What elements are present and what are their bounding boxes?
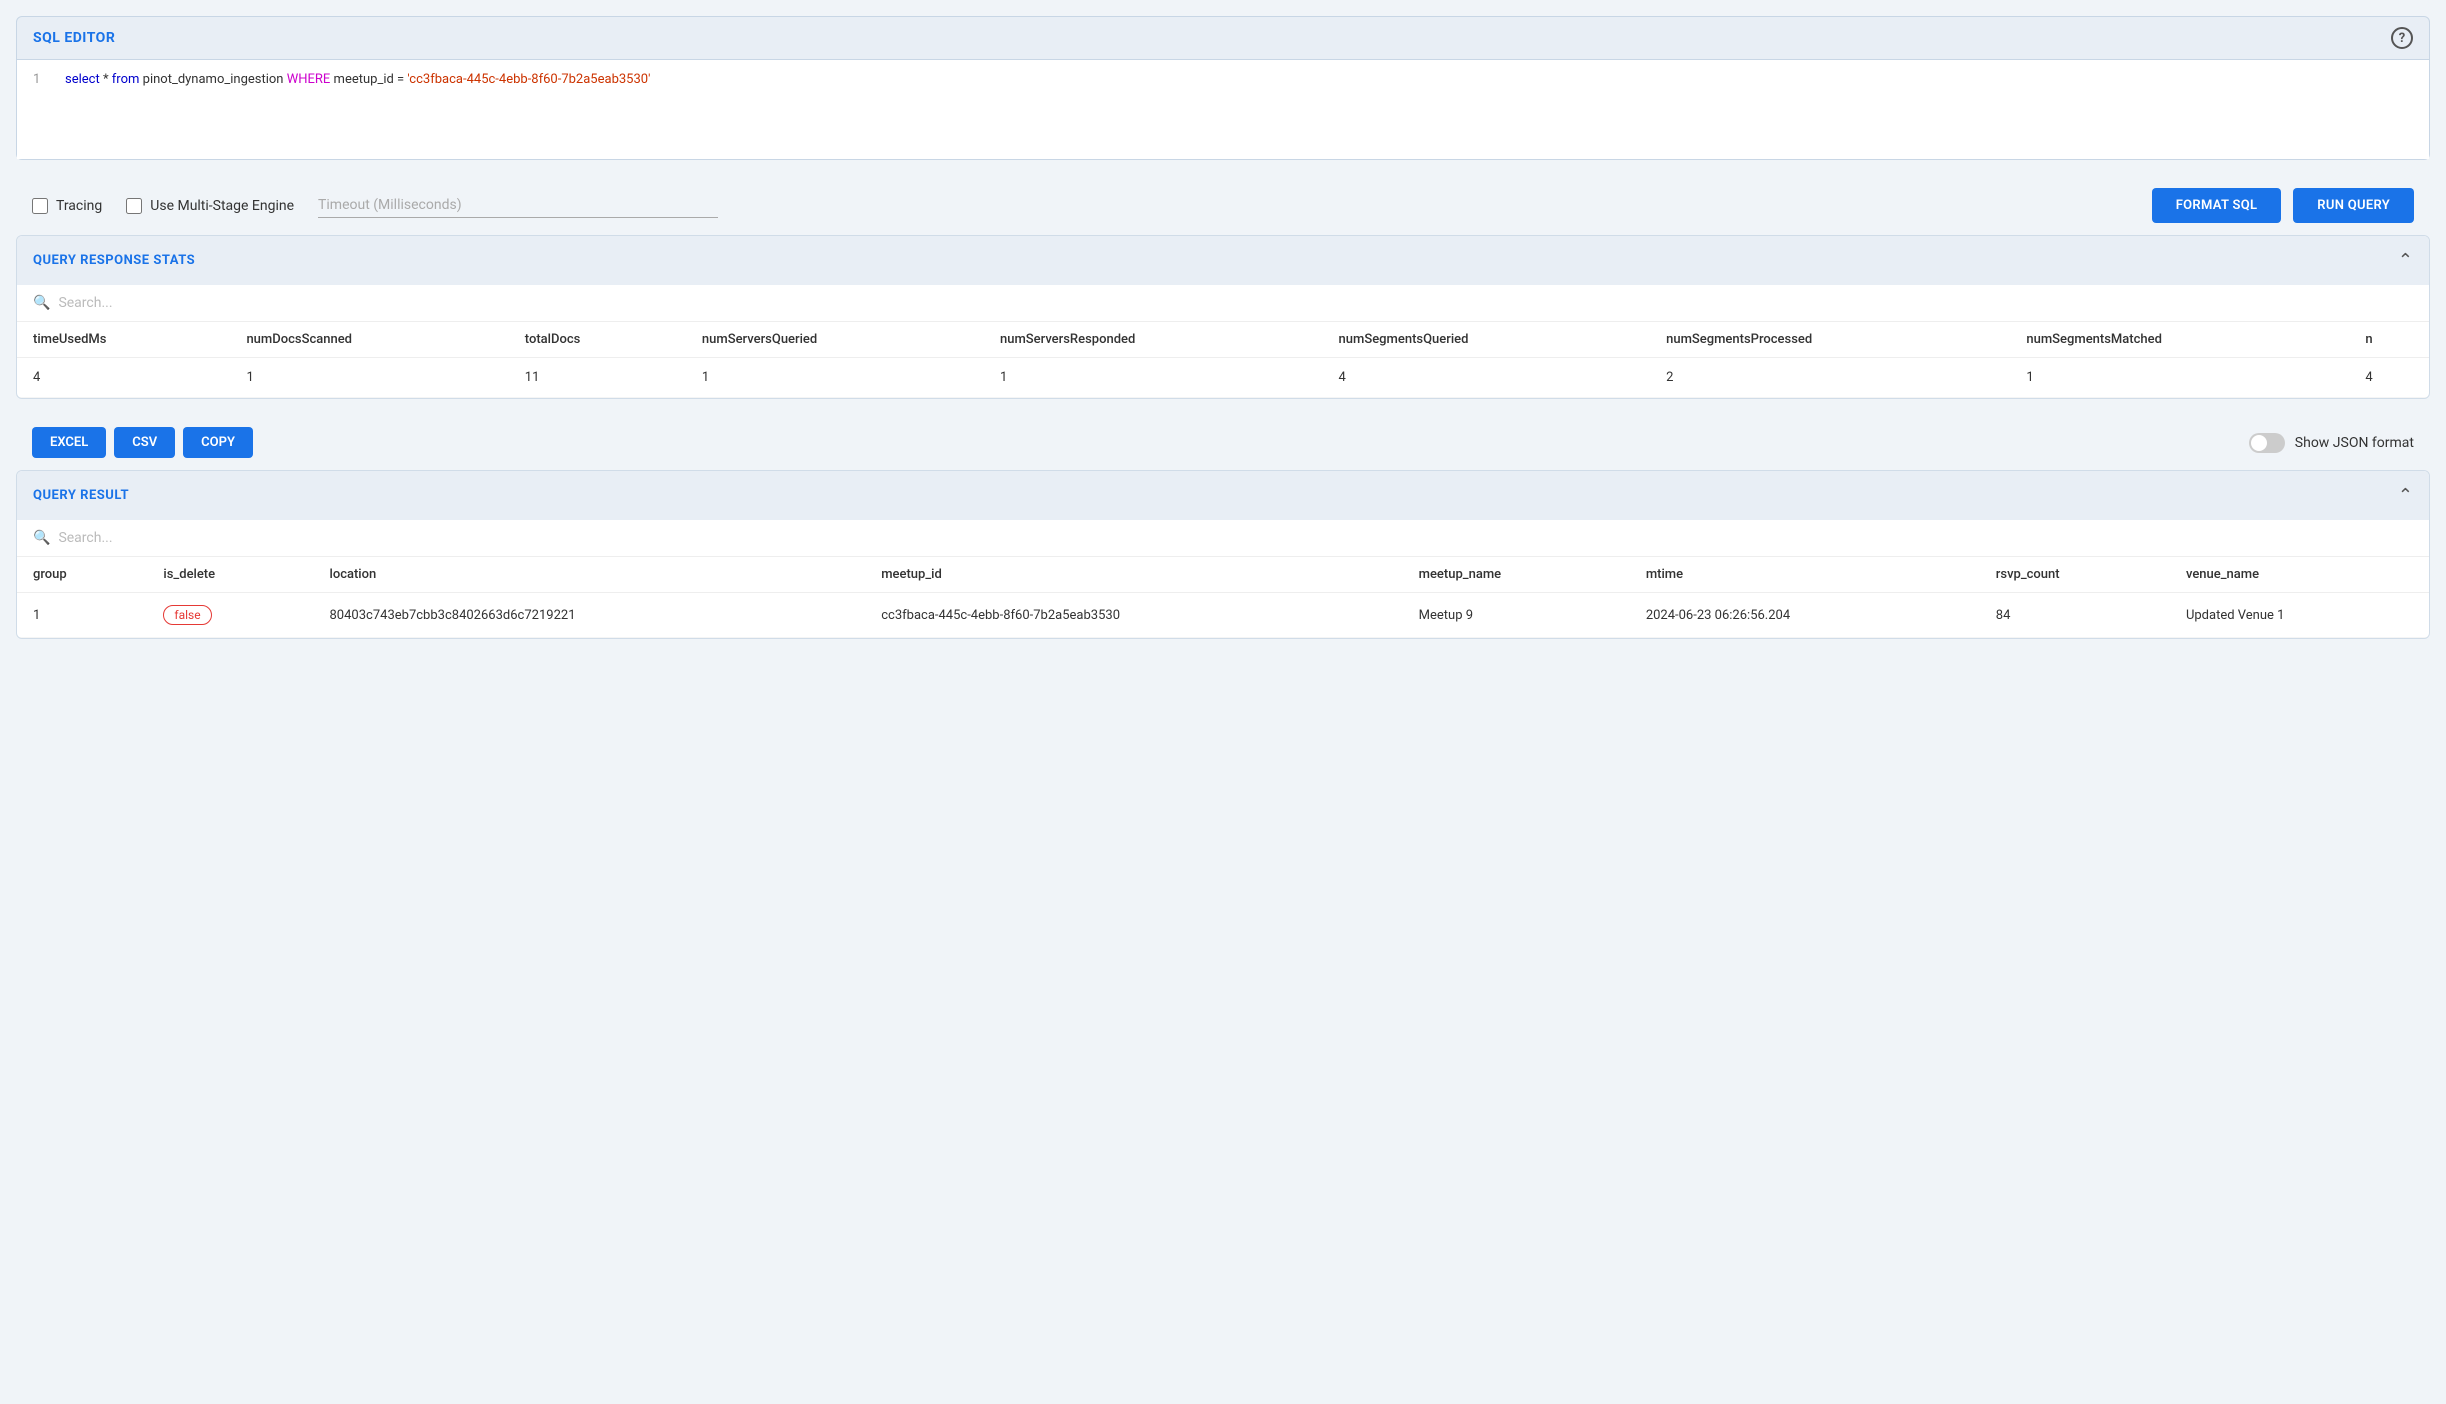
timeout-input[interactable] [318,193,718,218]
cell-numSegmentsMatched: 1 [2010,358,2349,398]
col-numSegmentsProcessed: numSegmentsProcessed [1650,322,2010,358]
cell-meetup-name: Meetup 9 [1403,593,1630,638]
cell-rsvp-count: 84 [1980,593,2170,638]
cell-group: 1 [17,593,147,638]
sql-code[interactable]: select * from pinot_dynamo_ingestion WHE… [65,72,2413,147]
sql-asterisk: * [103,72,112,87]
result-data-row: 1 false 80403c743eb7cbb3c8402663d6c72192… [17,593,2429,638]
col-location: location [314,557,866,593]
cell-numSegmentsProcessed: 2 [1650,358,2010,398]
tracing-label[interactable]: Tracing [56,198,102,214]
sql-condition: meetup_id = [334,72,408,87]
result-table-wrapper: group is_delete location meetup_id meetu… [17,557,2429,638]
tracing-checkbox-group: Tracing [32,198,102,214]
multistage-checkbox[interactable] [126,198,142,214]
multistage-checkbox-group: Use Multi-Stage Engine [126,198,294,214]
col-mtime: mtime [1630,557,1980,593]
json-toggle-group: Show JSON format [2249,433,2414,453]
cell-numServersResponded: 1 [984,358,1323,398]
action-bar: EXCEL CSV COPY Show JSON format [16,415,2430,470]
stats-search-bar: 🔍 [17,285,2429,322]
multistage-label[interactable]: Use Multi-Stage Engine [150,198,294,214]
toolbar: Tracing Use Multi-Stage Engine FORMAT SQ… [16,176,2430,235]
query-response-stats-card: QUERY RESPONSE STATS ⌃ 🔍 timeUsedMs numD… [16,235,2430,399]
run-query-button[interactable]: RUN QUERY [2293,188,2414,223]
stats-table: timeUsedMs numDocsScanned totalDocs numS… [17,322,2429,398]
stats-search-input[interactable] [58,295,2413,311]
sql-editor-body[interactable]: 1 select * from pinot_dynamo_ingestion W… [17,59,2429,159]
result-header-row: group is_delete location meetup_id meetu… [17,557,2429,593]
cell-meetup-id: cc3fbaca-445c-4ebb-8f60-7b2a5eab3530 [865,593,1402,638]
copy-button[interactable]: COPY [183,427,253,458]
result-search-bar: 🔍 [17,520,2429,557]
col-meetup-id: meetup_id [865,557,1402,593]
result-collapse-icon[interactable]: ⌃ [2398,485,2413,506]
result-title: QUERY RESULT [33,488,129,503]
result-search-input[interactable] [58,530,2413,546]
false-badge: false [163,605,211,625]
format-sql-button[interactable]: FORMAT SQL [2152,188,2282,223]
cell-extra: 4 [2349,358,2429,398]
cell-numSegmentsQueried: 4 [1323,358,1651,398]
cell-venue-name: Updated Venue 1 [2170,593,2429,638]
sql-from-keyword: from [112,72,140,87]
cell-timeUsedMs: 4 [17,358,230,398]
btn-group: FORMAT SQL RUN QUERY [2152,188,2414,223]
cell-totalDocs: 11 [509,358,686,398]
stats-title: QUERY RESPONSE STATS [33,253,195,268]
col-meetup-name: meetup_name [1403,557,1630,593]
csv-button[interactable]: CSV [114,427,175,458]
cell-location: 80403c743eb7cbb3c8402663d6c7219221 [314,593,866,638]
stats-search-icon: 🔍 [33,295,50,311]
sql-where-keyword: WHERE [287,72,331,87]
col-totalDocs: totalDocs [509,322,686,358]
line-number: 1 [33,72,53,147]
col-rsvp-count: rsvp_count [1980,557,2170,593]
sql-select-keyword: select [65,72,100,87]
stats-table-wrapper: timeUsedMs numDocsScanned totalDocs numS… [17,322,2429,398]
cell-numDocsScanned: 1 [230,358,508,398]
tracing-checkbox[interactable] [32,198,48,214]
col-timeUsedMs: timeUsedMs [17,322,230,358]
cell-numServersQueried: 1 [686,358,984,398]
excel-button[interactable]: EXCEL [32,427,106,458]
query-result-card: QUERY RESULT ⌃ 🔍 group is_delete locatio… [16,470,2430,639]
sql-table-name: pinot_dynamo_ingestion [143,72,287,87]
stats-section-header: QUERY RESPONSE STATS ⌃ [17,236,2429,285]
sql-string-value: 'cc3fbaca-445c-4ebb-8f60-7b2a5eab3530' [407,72,650,87]
col-is-delete: is_delete [147,557,313,593]
sql-editor-title: SQL EDITOR [33,30,115,46]
result-search-icon: 🔍 [33,530,50,546]
cell-is-delete: false [147,593,313,638]
result-section-header: QUERY RESULT ⌃ [17,471,2429,520]
cell-mtime: 2024-06-23 06:26:56.204 [1630,593,1980,638]
col-venue-name: venue_name [2170,557,2429,593]
col-group: group [17,557,147,593]
result-table: group is_delete location meetup_id meetu… [17,557,2429,638]
col-extra: n [2349,322,2429,358]
col-numSegmentsQueried: numSegmentsQueried [1323,322,1651,358]
stats-data-row: 4 1 11 1 1 4 2 1 4 [17,358,2429,398]
json-format-label: Show JSON format [2295,435,2414,451]
stats-collapse-icon[interactable]: ⌃ [2398,250,2413,271]
sql-editor-section: SQL EDITOR ? 1 select * from pinot_dynam… [16,16,2430,160]
col-numDocsScanned: numDocsScanned [230,322,508,358]
col-numSegmentsMatched: numSegmentsMatched [2010,322,2349,358]
json-format-toggle[interactable] [2249,433,2285,453]
stats-header-row: timeUsedMs numDocsScanned totalDocs numS… [17,322,2429,358]
sql-editor-header: SQL EDITOR ? [17,17,2429,59]
col-numServersResponded: numServersResponded [984,322,1323,358]
col-numServersQueried: numServersQueried [686,322,984,358]
help-icon[interactable]: ? [2391,27,2413,49]
